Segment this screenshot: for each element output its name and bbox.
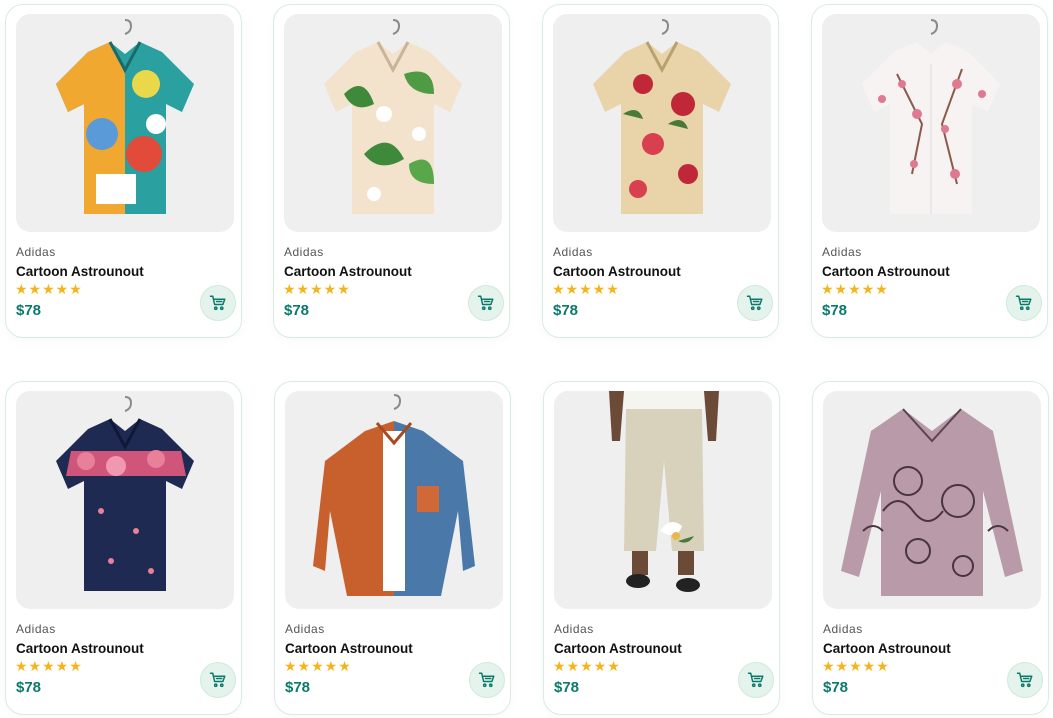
product-price: $78	[553, 302, 579, 319]
rating-stars: ★★★★★	[283, 281, 351, 297]
product-card[interactable]: Adidas Cartoon Astrounout ★★★★★ $78	[273, 4, 510, 338]
cart-icon	[209, 295, 226, 311]
cart-icon	[747, 672, 764, 688]
product-name[interactable]: Cartoon Astrounout	[16, 264, 144, 279]
product-image-mauve-printed-top[interactable]	[823, 391, 1041, 609]
cart-icon	[1016, 672, 1033, 688]
product-card[interactable]: Adidas Cartoon Astrounout ★★★★★ $78	[5, 4, 242, 338]
cart-icon	[478, 672, 495, 688]
rating-stars: ★★★★★	[284, 658, 352, 674]
product-brand: Adidas	[823, 622, 863, 636]
product-brand: Adidas	[16, 622, 56, 636]
rating-stars: ★★★★★	[822, 658, 890, 674]
product-brand: Adidas	[16, 245, 56, 259]
product-name[interactable]: Cartoon Astrounout	[822, 264, 950, 279]
product-image-cherry-blossom-shirt[interactable]	[822, 14, 1040, 232]
product-brand: Adidas	[553, 245, 593, 259]
product-image-navy-floral-shirt[interactable]	[16, 391, 234, 609]
cart-icon	[209, 672, 226, 688]
product-name[interactable]: Cartoon Astrounout	[285, 641, 413, 656]
add-to-cart-button[interactable]	[1006, 285, 1042, 321]
product-card[interactable]: Adidas Cartoon Astrounout ★★★★★ $78	[811, 4, 1048, 338]
product-brand: Adidas	[285, 622, 325, 636]
product-price: $78	[16, 302, 42, 319]
product-image-abstract-print-shirt[interactable]	[16, 14, 234, 232]
product-brand: Adidas	[284, 245, 324, 259]
product-card[interactable]: Adidas Cartoon Astrounout ★★★★★ $78	[542, 4, 779, 338]
product-image-tropical-leaf-shirt[interactable]	[284, 14, 502, 232]
add-to-cart-button[interactable]	[1007, 662, 1043, 698]
rating-stars: ★★★★★	[552, 281, 620, 297]
product-brand: Adidas	[554, 622, 594, 636]
add-to-cart-button[interactable]	[200, 285, 236, 321]
rating-stars: ★★★★★	[15, 281, 83, 297]
rating-stars: ★★★★★	[821, 281, 889, 297]
product-card[interactable]: Adidas Cartoon Astrounout ★★★★★ $78	[274, 381, 511, 715]
product-grid: Adidas Cartoon Astrounout ★★★★★ $78 Adid…	[0, 0, 1053, 718]
product-price: $78	[554, 679, 580, 696]
cart-icon	[477, 295, 494, 311]
product-name[interactable]: Cartoon Astrounout	[554, 641, 682, 656]
product-image-floral-rose-shirt[interactable]	[553, 14, 771, 232]
rating-stars: ★★★★★	[553, 658, 621, 674]
product-name[interactable]: Cartoon Astrounout	[284, 264, 412, 279]
product-image-orange-blue-shirt[interactable]	[285, 391, 503, 609]
rating-stars: ★★★★★	[15, 658, 83, 674]
product-card[interactable]: Adidas Cartoon Astrounout ★★★★★ $78	[543, 381, 780, 715]
add-to-cart-button[interactable]	[468, 285, 504, 321]
product-price: $78	[285, 679, 311, 696]
product-price: $78	[823, 679, 849, 696]
product-price: $78	[16, 679, 42, 696]
cart-icon	[746, 295, 763, 311]
product-name[interactable]: Cartoon Astrounout	[823, 641, 951, 656]
product-brand: Adidas	[822, 245, 862, 259]
product-price: $78	[822, 302, 848, 319]
product-name[interactable]: Cartoon Astrounout	[16, 641, 144, 656]
product-image-linen-pants[interactable]	[554, 391, 772, 609]
product-price: $78	[284, 302, 310, 319]
product-name[interactable]: Cartoon Astrounout	[553, 264, 681, 279]
add-to-cart-button[interactable]	[738, 662, 774, 698]
add-to-cart-button[interactable]	[469, 662, 505, 698]
add-to-cart-button[interactable]	[200, 662, 236, 698]
cart-icon	[1015, 295, 1032, 311]
add-to-cart-button[interactable]	[737, 285, 773, 321]
product-card[interactable]: Adidas Cartoon Astrounout ★★★★★ $78	[5, 381, 242, 715]
product-card[interactable]: Adidas Cartoon Astrounout ★★★★★ $78	[812, 381, 1049, 715]
